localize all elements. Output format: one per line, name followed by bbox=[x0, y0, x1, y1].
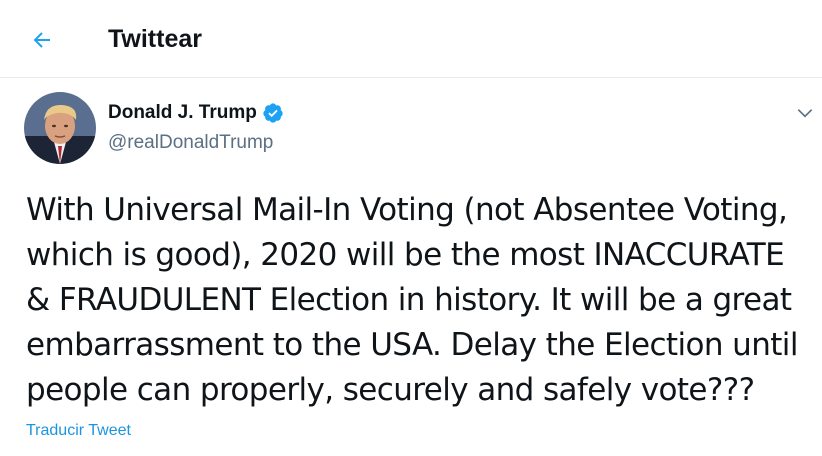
page-header: Twittear bbox=[0, 0, 822, 78]
avatar-image bbox=[24, 92, 96, 164]
tweet-author: Donald J. Trump @realDonaldTrump bbox=[108, 100, 284, 154]
arrow-left-icon bbox=[33, 32, 50, 48]
author-name-row: Donald J. Trump bbox=[108, 100, 284, 126]
translate-tweet-link[interactable]: Traducir Tweet bbox=[26, 422, 131, 440]
tweet-menu-button[interactable] bbox=[792, 100, 818, 126]
chevron-down-icon bbox=[797, 109, 813, 118]
back-button[interactable] bbox=[22, 20, 62, 60]
avatar[interactable] bbox=[24, 92, 96, 164]
author-handle[interactable]: @realDonaldTrump bbox=[108, 132, 284, 154]
verified-badge-icon bbox=[263, 103, 283, 123]
tweet-text: With Universal Mail-In Voting (not Absen… bbox=[26, 192, 798, 408]
author-name[interactable]: Donald J. Trump bbox=[108, 102, 257, 124]
page-title: Twittear bbox=[108, 25, 202, 53]
